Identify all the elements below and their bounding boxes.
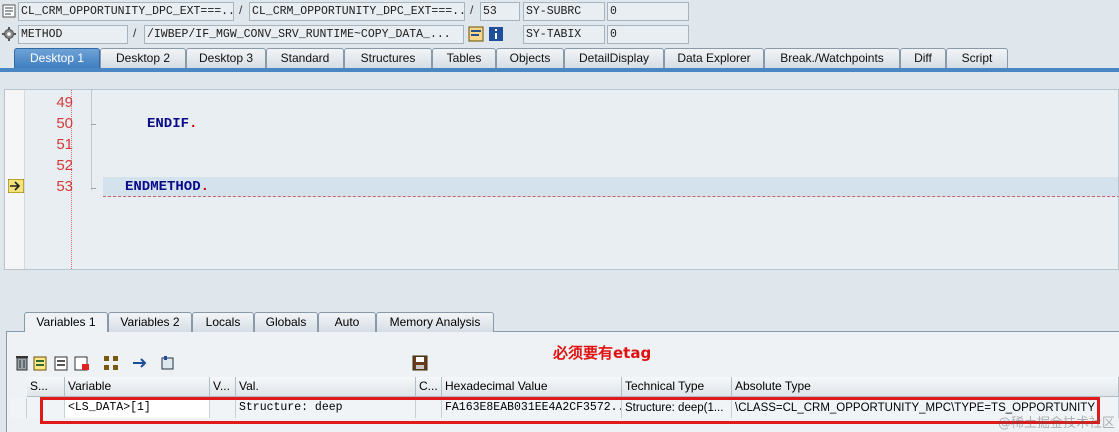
c-cell (416, 398, 442, 418)
tab-locals[interactable]: Locals (192, 312, 254, 332)
tab-breakpoints-watchpoints[interactable]: Break./Watchpoints (764, 48, 900, 68)
current-statement-arrow-icon (8, 179, 24, 193)
column-header-technical-type[interactable]: Technical Type (622, 377, 732, 397)
save-variable-icon[interactable] (54, 355, 70, 371)
tab-variables-1[interactable]: Variables 1 (24, 312, 108, 332)
tab-script[interactable]: Script (946, 48, 1008, 68)
current-line-highlight (103, 177, 1118, 197)
tab-data-explorer[interactable]: Data Explorer (664, 48, 764, 68)
variable-cell[interactable]: <LS_DATA>[1] (65, 398, 210, 418)
tab-standard[interactable]: Standard (266, 48, 344, 68)
delete-icon[interactable] (14, 355, 30, 371)
event-field[interactable]: /IWBEP/IF_MGW_CONV_SRV_RUNTIME~COPY_DATA… (144, 25, 464, 44)
tab-objects[interactable]: Objects (496, 48, 564, 68)
save-icon[interactable] (412, 355, 428, 371)
program-field[interactable]: CL_CRM_OPPORTUNITY_DPC_EXT===... (18, 2, 234, 21)
sysvar-name-field[interactable]: SY-TABIX (523, 25, 605, 44)
fold-marker (91, 188, 96, 189)
sysvar-value-field[interactable]: 0 (607, 25, 689, 44)
column-header-c[interactable]: C... (416, 377, 442, 397)
open-variable-icon[interactable] (33, 355, 49, 371)
v-cell (210, 398, 236, 418)
column-header-variable[interactable]: Variable (65, 377, 210, 397)
tab-detail-display[interactable]: DetailDisplay (564, 48, 664, 68)
event-type-field[interactable]: METHOD (18, 25, 128, 44)
line-number: 52 (56, 157, 73, 174)
tab-desktop-1[interactable]: Desktop 1 (14, 48, 100, 68)
remove-variable-icon[interactable] (74, 355, 90, 371)
header-row-1: CL_CRM_OPPORTUNITY_DPC_EXT===... / CL_CR… (0, 1, 1119, 22)
info-icon[interactable] (488, 26, 504, 42)
line-number: 51 (56, 136, 73, 153)
column-header-status[interactable]: S... (27, 377, 65, 397)
tabstrip-underline (0, 68, 1119, 72)
fold-marker (91, 124, 96, 125)
code-line-50: ENDIF. (147, 116, 197, 132)
annotation-text: 必须要有etag (553, 344, 652, 362)
statement-period: . (189, 116, 198, 132)
source-code-editor[interactable]: 49 50 51 52 53 ENDIF. ENDMETHOD. (4, 89, 1119, 270)
column-header-v[interactable]: V... (210, 377, 236, 397)
tab-structures[interactable]: Structures (344, 48, 432, 68)
keyword-endif: ENDIF (147, 116, 190, 132)
line-number: 49 (56, 94, 73, 111)
fold-guide (91, 90, 92, 190)
include-field[interactable]: CL_CRM_OPPORTUNITY_DPC_EXT===... (249, 2, 465, 21)
line-number-field[interactable]: 53 (480, 2, 520, 21)
tab-variables-2[interactable]: Variables 2 (108, 312, 192, 332)
tab-desktop-3[interactable]: Desktop 3 (186, 48, 266, 68)
code-line-53: ENDMETHOD. (125, 179, 209, 195)
header-row-2: METHOD / /IWBEP/IF_MGW_CONV_SRV_RUNTIME~… (0, 24, 1119, 45)
settings-icon[interactable] (160, 355, 176, 371)
hex-value-cell[interactable]: FA163E8EAB031EE4A2CF3572... (442, 398, 622, 418)
separator: / (239, 3, 243, 17)
keyword-endmethod: ENDMETHOD (125, 179, 201, 195)
column-header-absolute-type[interactable]: Absolute Type (732, 377, 1119, 397)
status-cell (27, 398, 65, 418)
separator: / (470, 3, 474, 17)
row-selector[interactable] (10, 398, 27, 418)
line-number: 50 (56, 115, 73, 132)
desktop-tabstrip: Desktop 1 Desktop 2 Desktop 3 Standard S… (0, 48, 1119, 68)
line-number: 53 (56, 178, 73, 195)
watermark: @稀土掘金技术社区 (997, 416, 1115, 431)
statement-period: . (200, 179, 210, 195)
separator: / (133, 26, 137, 40)
program-icon (2, 4, 16, 18)
gear-icon (2, 27, 16, 41)
tab-diff[interactable]: Diff (900, 48, 946, 68)
tab-desktop-2[interactable]: Desktop 2 (100, 48, 186, 68)
sysvar-name-field[interactable]: SY-SUBRC (523, 2, 605, 21)
tab-tables[interactable]: Tables (432, 48, 496, 68)
tab-auto[interactable]: Auto (318, 312, 376, 332)
source-code-icon[interactable] (468, 26, 484, 42)
sysvar-value-field[interactable]: 0 (607, 2, 689, 21)
column-header-value[interactable]: Val. (236, 377, 416, 397)
variables-table: S... Variable V... Val. C... Hexadecimal… (10, 377, 1119, 432)
navigate-icon[interactable] (131, 355, 147, 371)
column-header-hex-value[interactable]: Hexadecimal Value (442, 377, 622, 397)
value-cell[interactable]: Structure: deep (236, 398, 416, 418)
hierarchy-icon[interactable] (103, 355, 119, 371)
tab-globals[interactable]: Globals (254, 312, 318, 332)
technical-type-cell[interactable]: Structure: deep(1... (622, 398, 732, 418)
tab-memory-analysis[interactable]: Memory Analysis (376, 312, 494, 332)
